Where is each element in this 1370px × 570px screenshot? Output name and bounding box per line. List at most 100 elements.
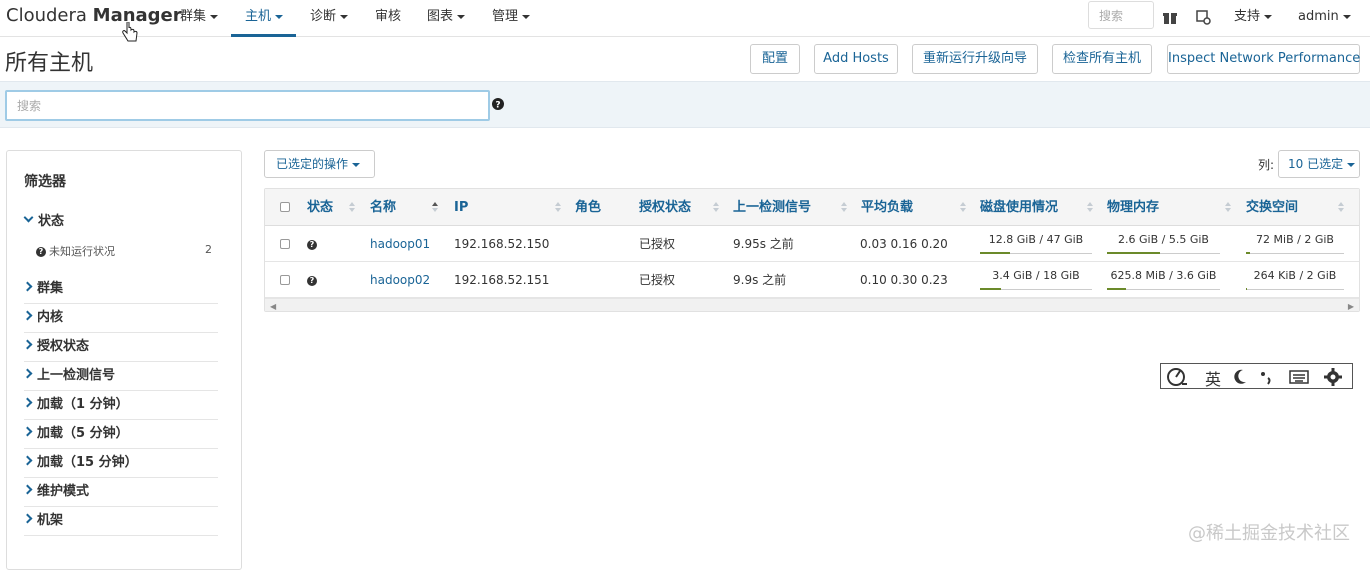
nav-hosts[interactable]: 主机: [231, 0, 296, 37]
filter-group-last-heartbeat[interactable]: 上一检测信号: [22, 362, 218, 391]
nav-audits[interactable]: 审核: [375, 0, 401, 37]
parcel-icon[interactable]: [1195, 9, 1211, 25]
filter-group-status[interactable]: 状态: [23, 208, 219, 237]
columns-dropdown[interactable]: 10 已选定: [1278, 150, 1360, 178]
question-icon: ?: [307, 275, 317, 286]
ime-logo-icon[interactable]: [1166, 367, 1188, 387]
filter-group-rack[interactable]: 机架: [22, 507, 218, 536]
nav-charts[interactable]: 图表: [427, 0, 466, 37]
selected-actions-dropdown[interactable]: 已选定的操作: [264, 150, 375, 178]
column-header-name[interactable]: 名称: [370, 189, 396, 226]
horizontal-scrollbar[interactable]: ◀ ▶: [265, 298, 1359, 311]
chevron-right-icon: [22, 368, 33, 379]
authority-cell: 已授权: [639, 237, 676, 251]
column-header-status[interactable]: 状态: [307, 189, 333, 226]
select-all-checkbox[interactable]: [280, 202, 290, 212]
filter-group-load-1m[interactable]: 加载（1 分钟）: [22, 391, 218, 420]
load-average-cell: 0.10 0.30 0.23: [860, 273, 948, 287]
filter-group-cluster[interactable]: 群集: [22, 275, 218, 304]
memory-usage-fill: [1107, 288, 1127, 290]
ip-cell: 192.168.52.150: [454, 237, 550, 251]
chevron-right-icon: [22, 339, 33, 350]
chevron-down-icon: [1342, 14, 1351, 19]
global-search-input[interactable]: 搜索: [1088, 1, 1154, 29]
column-header-swap-space[interactable]: 交换空间: [1246, 189, 1298, 226]
page-title: 所有主机: [5, 51, 94, 76]
filter-group-label: 加载（1 分钟）: [37, 397, 129, 412]
inspect-all-hosts-button[interactable]: 检查所有主机: [1052, 44, 1152, 74]
configuration-button[interactable]: 配置: [750, 44, 800, 74]
sort-icon: [960, 202, 966, 212]
inspect-network-performance-button[interactable]: Inspect Network Performance: [1167, 44, 1360, 74]
nav-support[interactable]: 支持: [1234, 0, 1273, 37]
top-navbar: Cloudera Manager 群集 主机 诊断 审核 图表 管理 搜索 支持…: [0, 0, 1370, 42]
search-band: 搜索 ?: [0, 81, 1370, 128]
ime-toolbar: 英: [1160, 363, 1353, 389]
filter-group-kernel[interactable]: 内核: [22, 304, 218, 333]
chevron-down-icon: [1347, 162, 1356, 167]
filter-group-load-5m[interactable]: 加载（5 分钟）: [22, 420, 218, 449]
gift-icon[interactable]: [1162, 9, 1178, 25]
host-name-link[interactable]: hadoop01: [370, 226, 430, 262]
gear-icon[interactable]: [1323, 367, 1343, 387]
filter-item-unknown-health[interactable]: ? 未知运行状况 2: [36, 243, 212, 259]
scroll-left-icon[interactable]: ◀: [270, 302, 276, 311]
row-checkbox[interactable]: [280, 239, 290, 249]
chevron-down-icon: [352, 162, 361, 167]
filter-panel-title: 筛选器: [24, 174, 66, 190]
column-header-authority[interactable]: 授权状态: [639, 189, 691, 226]
chevron-right-icon: [22, 310, 33, 321]
hosts-table: 状态 名称 IP 角色 授权状态 上一检测信号 平均负载 磁盘使用情况 物理内存…: [264, 188, 1360, 312]
chevron-down-icon: [210, 14, 219, 19]
disk-usage-fill: [980, 288, 1002, 290]
nav-clusters[interactable]: 群集: [180, 0, 219, 37]
column-header-last-heartbeat[interactable]: 上一检测信号: [733, 189, 811, 226]
physical-memory-meter: 2.6 GiB / 5.5 GiB: [1107, 232, 1220, 254]
question-icon: ?: [36, 247, 46, 257]
question-icon: ?: [307, 239, 317, 250]
host-search-input[interactable]: 搜索: [5, 90, 490, 121]
punctuation-icon[interactable]: [1259, 369, 1273, 385]
filter-group-maintenance-mode[interactable]: 维护模式: [22, 478, 218, 507]
sort-icon: [1225, 202, 1231, 212]
brand-name: Cloudera: [6, 5, 87, 26]
sort-icon: [1338, 202, 1344, 212]
moon-icon[interactable]: [1233, 369, 1247, 385]
nav-user-menu[interactable]: admin: [1298, 0, 1351, 37]
nav-administration[interactable]: 管理: [492, 0, 531, 37]
rerun-upgrade-wizard-button[interactable]: 重新运行升级向导: [912, 44, 1038, 74]
heartbeat-cell: 9.95s 之前: [733, 237, 794, 251]
row-checkbox[interactable]: [280, 275, 290, 285]
filter-group-label: 加载（15 分钟）: [37, 455, 138, 470]
help-icon[interactable]: ?: [492, 98, 504, 110]
chevron-right-icon: [22, 484, 33, 495]
column-header-load-average[interactable]: 平均负载: [861, 189, 913, 226]
filter-group-authority[interactable]: 授权状态: [22, 333, 218, 362]
column-header-ip[interactable]: IP: [454, 189, 468, 226]
swap-usage-fill: [1246, 252, 1250, 254]
nav-diagnostics[interactable]: 诊断: [310, 0, 349, 37]
column-header-physical-memory[interactable]: 物理内存: [1107, 189, 1159, 226]
authority-cell: 已授权: [639, 273, 676, 287]
chevron-right-icon: [22, 513, 33, 524]
scroll-right-icon[interactable]: ▶: [1348, 302, 1354, 311]
table-row: ? hadoop01 192.168.52.150 已授权 9.95s 之前 0…: [265, 226, 1359, 262]
filter-group-label: 机架: [37, 513, 64, 528]
ime-language-toggle[interactable]: 英: [1205, 366, 1221, 390]
sort-ascending-icon: [432, 202, 438, 212]
physical-memory-meter: 625.8 MiB / 3.6 GiB: [1107, 268, 1220, 290]
sort-icon: [841, 202, 847, 212]
status-cell: ?: [307, 226, 320, 262]
column-header-roles[interactable]: 角色: [575, 189, 601, 226]
add-hosts-button[interactable]: Add Hosts: [814, 44, 898, 74]
column-header-disk-usage[interactable]: 磁盘使用情况: [980, 189, 1058, 226]
chevron-down-icon: [23, 212, 34, 223]
host-name-link[interactable]: hadoop02: [370, 262, 430, 298]
keyboard-icon[interactable]: [1289, 369, 1309, 385]
hand-cursor-icon: [122, 22, 138, 42]
swap-space-meter: 264 KiB / 2 GiB: [1246, 268, 1344, 290]
filter-group-label: 加载（5 分钟）: [37, 426, 129, 441]
chevron-down-icon: [340, 14, 349, 19]
filter-group-load-15m[interactable]: 加载（15 分钟）: [22, 449, 218, 478]
brand-logo[interactable]: Cloudera Manager: [6, 5, 182, 26]
